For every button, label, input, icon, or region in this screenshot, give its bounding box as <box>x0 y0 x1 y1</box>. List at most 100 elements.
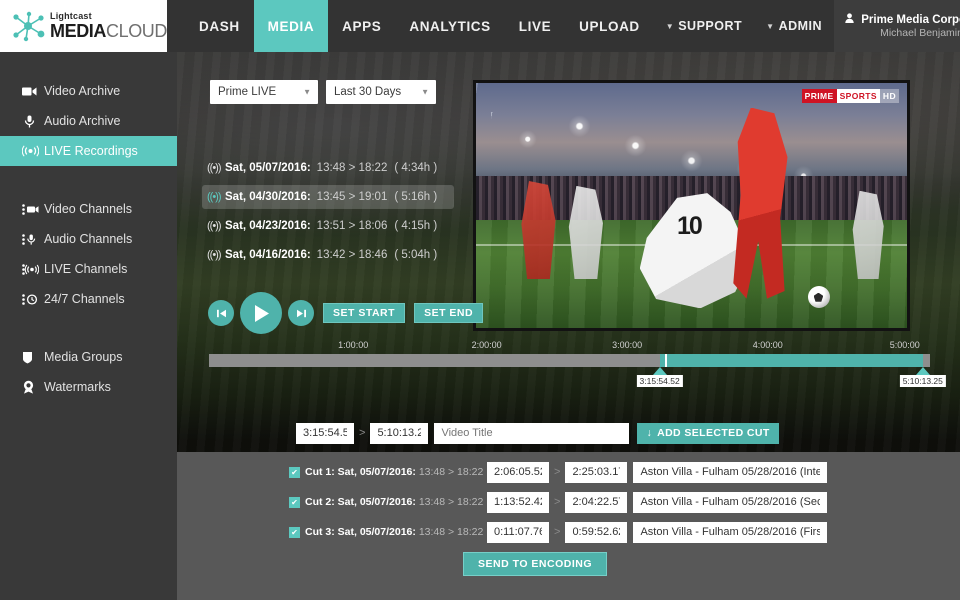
timeline-start-handle[interactable] <box>652 367 667 375</box>
timeline-playhead[interactable] <box>664 354 667 367</box>
nav-item-dash[interactable]: DASH <box>185 0 254 52</box>
sidebar-item-live-channels[interactable]: LIVE Channels <box>0 254 177 284</box>
cut-start-time-input[interactable] <box>487 461 549 483</box>
nav-item-apps[interactable]: APPS <box>328 0 395 52</box>
cut-start-input[interactable] <box>296 422 354 444</box>
sidebar-label-live-recordings: LIVE Recordings <box>44 144 138 158</box>
recording-date: Sat, 05/07/2016: <box>225 162 311 174</box>
brand-logo[interactable]: Lightcast MEDIACLOUD <box>0 0 167 52</box>
nav-item-live[interactable]: LIVE <box>505 0 565 52</box>
recording-duration: ( 4:15h ) <box>394 220 438 232</box>
support-menu[interactable]: ▼ SUPPORT <box>654 0 754 52</box>
cut-title-field[interactable] <box>633 491 828 513</box>
recording-range: 13:45 > 19:01 <box>316 191 388 203</box>
video-channel-icon <box>22 203 44 215</box>
recording-date: Sat, 04/23/2016: <box>225 220 311 232</box>
microphone-icon <box>22 115 44 128</box>
account-name-row: Prime Media Corporation <box>845 13 960 26</box>
sidebar-item-watermarks[interactable]: Watermarks <box>0 372 177 402</box>
filter-bar: Prime LIVE ▼ Last 30 Days ▼ <box>210 80 436 104</box>
recording-row[interactable]: ((•)) Sat, 05/07/2016: 13:48 > 18:22 ( 4… <box>203 157 453 179</box>
sidebar-item-247-channels[interactable]: 24/7 Channels <box>0 284 177 314</box>
cut-checkbox[interactable]: ✔ <box>289 496 300 508</box>
admin-menu[interactable]: ▼ ADMIN <box>754 0 834 52</box>
cut-source-range: 13:48 > 18:22 <box>418 526 484 538</box>
sidebar-label-video-channels: Video Channels <box>44 202 133 216</box>
badge-sports: SPORTS <box>836 89 880 103</box>
timeline-end-handle[interactable] <box>915 367 930 375</box>
set-end-button[interactable]: SET END <box>414 303 484 323</box>
channel-select-value: Prime LIVE <box>218 86 277 98</box>
cut-end-time-input[interactable] <box>565 521 628 543</box>
cuts-panel: ✔ Cut 1: Sat, 05/07/2016: 13:48 > 18:22 … <box>177 452 960 600</box>
app-root: Lightcast MEDIACLOUD DASH MEDIA APPS ANA… <box>0 0 960 600</box>
nav-item-media[interactable]: MEDIA <box>253 0 329 52</box>
sidebar-label-audio-channels: Audio Channels <box>44 232 133 246</box>
channel-select[interactable]: Prime LIVE ▼ <box>210 80 318 104</box>
cut-source-range: 13:48 > 18:22 <box>418 496 484 508</box>
cut-start-time-input[interactable] <box>487 521 549 543</box>
set-start-button[interactable]: SET START <box>323 303 406 323</box>
recording-date: Sat, 04/16/2016: <box>225 249 311 261</box>
send-row: SEND TO ENCODING <box>177 552 960 576</box>
sidebar-item-audio-archive[interactable]: Audio Archive <box>0 106 177 136</box>
recording-duration: ( 5:16h ) <box>394 191 438 203</box>
cut-checkbox[interactable]: ✔ <box>289 466 300 478</box>
recording-range: 13:51 > 18:06 <box>316 220 388 232</box>
transport-controls: SET START SET END <box>208 292 484 334</box>
brand-media: MEDIA <box>50 21 106 41</box>
support-label: SUPPORT <box>678 19 743 33</box>
sidebar-item-video-archive[interactable]: Video Archive <box>0 76 177 106</box>
nav-item-analytics[interactable]: ANALYTICS <box>395 0 504 52</box>
cut-end-time-input[interactable] <box>565 491 628 513</box>
cut-start-time-input[interactable] <box>487 491 549 513</box>
sidebar-item-live-recordings[interactable]: LIVE Recordings <box>0 136 177 166</box>
recording-row[interactable]: ((•)) Sat, 04/16/2016: 13:42 > 18:46 ( 5… <box>203 244 453 266</box>
range-separator: > <box>554 466 561 478</box>
add-selected-cut-button[interactable]: ↓ ADD SELECTED CUT <box>637 422 779 444</box>
account-menu[interactable]: Prime Media Corporation Michael Benjamin <box>834 0 960 52</box>
badge-hd: HD <box>879 89 899 103</box>
recording-row-selected[interactable]: ((•)) Sat, 04/30/2016: 13:45 > 19:01 ( 5… <box>202 185 454 209</box>
video-camera-icon <box>22 86 44 97</box>
play-button[interactable] <box>240 292 282 334</box>
send-to-encoding-button[interactable]: SEND TO ENCODING <box>463 552 607 576</box>
timeline-end-label: 5:10:13.25 <box>899 375 946 387</box>
sidebar-item-media-groups[interactable]: Media Groups <box>0 342 177 372</box>
cut-end-time-input[interactable] <box>565 461 628 483</box>
cut-title-field[interactable] <box>633 461 828 483</box>
sidebar-label-video-archive: Video Archive <box>44 84 121 98</box>
brand-wordmark: Lightcast MEDIACLOUD <box>50 12 168 41</box>
timeline-scrubber[interactable]: 3:15:54.52 5:10:13.25 <box>209 354 946 387</box>
nav-item-upload[interactable]: UPLOAD <box>565 0 654 52</box>
cut-end-input[interactable] <box>370 422 429 444</box>
sidebar-item-video-channels[interactable]: Video Channels <box>0 194 177 224</box>
timeline-tick: 2:00:00 <box>471 340 502 350</box>
timeline-selection-range[interactable] <box>659 354 923 367</box>
sidebar-label-media-groups: Media Groups <box>44 350 123 364</box>
cut-source-range: 13:48 > 18:22 <box>418 466 484 478</box>
cut-name: Cut 1: Sat, 05/07/2016: <box>305 466 416 478</box>
cut-title-field[interactable] <box>633 521 828 543</box>
sidebar-item-audio-channels[interactable]: Audio Channels <box>0 224 177 254</box>
recording-row[interactable]: ((•)) Sat, 04/23/2016: 13:51 > 18:06 ( 4… <box>203 215 453 237</box>
recording-duration: ( 4:34h ) <box>394 162 438 174</box>
account-user: Michael Benjamin <box>880 27 960 39</box>
brand-cloud: CLOUD <box>106 21 168 41</box>
video-player[interactable]: 10 PRIME SPORTS HD <box>473 80 910 331</box>
broadcast-icon: ((•)) <box>207 220 222 232</box>
step-back-button[interactable] <box>208 300 234 326</box>
cut-row: ✔ Cut 3: Sat, 05/07/2016: 13:48 > 18:22 … <box>177 521 960 543</box>
recording-duration: ( 5:04h ) <box>394 249 438 261</box>
step-forward-button[interactable] <box>288 300 314 326</box>
cut-checkbox[interactable]: ✔ <box>289 526 300 538</box>
add-cut-row: > ↓ ADD SELECTED CUT <box>177 414 960 452</box>
recordings-list: ((•)) Sat, 05/07/2016: 13:48 > 18:22 ( 4… <box>202 157 454 266</box>
main-stage: Prime LIVE ▼ Last 30 Days ▼ ((•)) Sat, 0… <box>177 52 960 452</box>
lightcast-molecule-icon <box>10 10 48 42</box>
chevron-down-icon: ▼ <box>303 87 311 97</box>
cut-title-input[interactable] <box>434 422 630 444</box>
cut-row: ✔ Cut 1: Sat, 05/07/2016: 13:48 > 18:22 … <box>177 461 960 483</box>
date-range-select[interactable]: Last 30 Days ▼ <box>326 80 436 104</box>
timeline-tick: 4:00:00 <box>752 340 783 350</box>
